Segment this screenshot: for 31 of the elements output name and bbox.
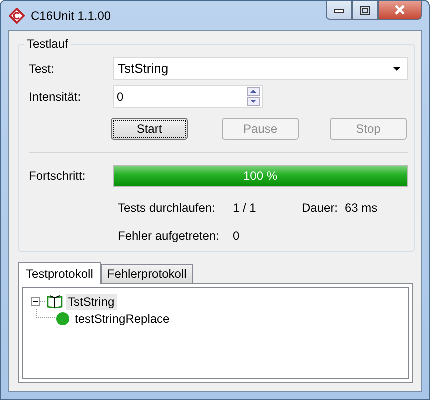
- dropdown-arrow-icon: [393, 66, 401, 70]
- window-title: C16Unit 1.1.00: [31, 8, 112, 22]
- tree-item[interactable]: testStringReplace: [73, 310, 172, 326]
- maximize-button[interactable]: [352, 1, 378, 20]
- close-button[interactable]: [378, 1, 422, 20]
- collapse-icon[interactable]: [31, 297, 40, 306]
- group-title: Testlauf: [26, 37, 70, 51]
- tab[interactable]: Testprotokoll: [18, 262, 102, 284]
- intensity-spinbox[interactable]: 0: [113, 85, 263, 108]
- stat-value: 0: [233, 229, 241, 243]
- field-label: Test:: [29, 62, 56, 76]
- minimize-button[interactable]: [326, 1, 352, 20]
- maximize-icon: [360, 6, 370, 14]
- stat-label: Dauer:: [302, 201, 340, 215]
- tree-item[interactable]: TstString: [66, 294, 117, 310]
- stat-label: Fehler aufgetreten:: [118, 229, 220, 243]
- stat-value: 63 ms: [345, 201, 378, 215]
- test-dropdown[interactable]: TstString: [113, 57, 408, 80]
- book-icon: [47, 294, 63, 309]
- field-label: Fortschritt:: [29, 169, 87, 183]
- progress-reading: 100 %: [242, 169, 279, 183]
- spin-down-icon[interactable]: [247, 97, 260, 106]
- diamond-logo-icon: [9, 8, 25, 24]
- spin-up-icon[interactable]: [247, 87, 260, 96]
- action-button[interactable]: Start: [111, 118, 188, 140]
- stat-value: 1 / 1: [233, 201, 258, 215]
- field-label: Intensität:: [29, 90, 82, 104]
- minimize-icon: [334, 7, 344, 13]
- tab[interactable]: Fehlerprotokoll: [101, 264, 193, 283]
- close-icon: [394, 5, 406, 15]
- stat-label: Tests durchlaufen:: [118, 201, 216, 215]
